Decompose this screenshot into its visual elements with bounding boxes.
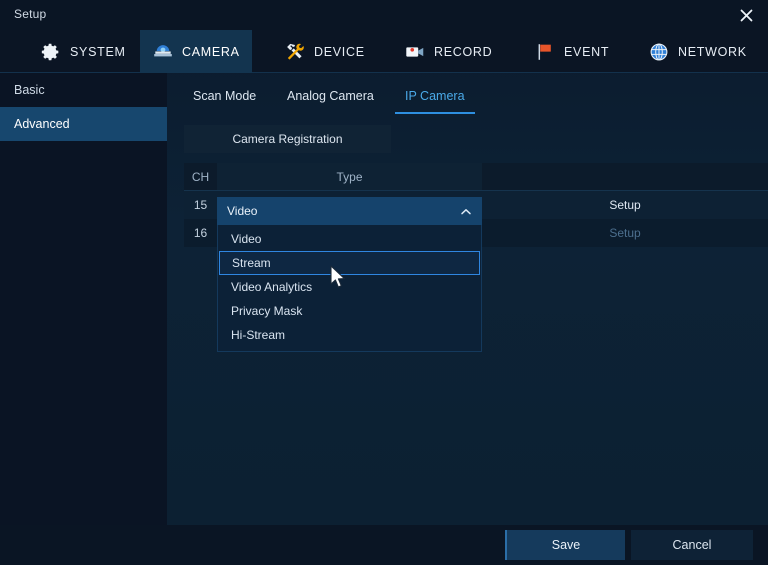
nav-label-system: SYSTEM — [70, 45, 126, 59]
column-header-type: Type — [217, 163, 482, 190]
globe-icon — [648, 41, 670, 63]
close-icon[interactable] — [734, 4, 758, 26]
sidebar: Basic Advanced — [0, 73, 167, 525]
tab-ip-camera[interactable]: IP Camera — [395, 78, 475, 114]
nav-item-system[interactable]: SYSTEM — [28, 30, 138, 73]
cell-setup: Setup — [482, 191, 768, 219]
save-label: Save — [552, 538, 581, 552]
tab-bar: Scan Mode Analog Camera IP Camera — [167, 78, 768, 114]
setup-link[interactable]: Setup — [609, 198, 640, 212]
type-dropdown-value: Video — [227, 204, 257, 218]
tab-scan-mode[interactable]: Scan Mode — [183, 78, 266, 114]
tab-label-scan-mode: Scan Mode — [193, 89, 256, 103]
tools-icon — [284, 41, 306, 63]
column-header-ch: CH — [184, 163, 217, 190]
nav-item-network[interactable]: NETWORK — [636, 30, 759, 73]
type-dropdown-trigger[interactable]: Video — [217, 197, 482, 225]
table-header-row: CH Type — [184, 163, 768, 191]
nav-label-event: EVENT — [564, 45, 609, 59]
sidebar-item-advanced[interactable]: Advanced — [0, 107, 167, 141]
camera-registration-label: Camera Registration — [232, 132, 342, 146]
nav-item-event[interactable]: EVENT — [522, 30, 621, 73]
nav-label-record: RECORD — [434, 45, 492, 59]
sidebar-label-advanced: Advanced — [14, 117, 70, 131]
dropdown-option-label: Stream — [232, 256, 271, 270]
column-header-setup — [482, 163, 768, 190]
dropdown-option-label: Video — [231, 232, 261, 246]
cancel-label: Cancel — [673, 538, 712, 552]
nav-label-device: DEVICE — [314, 45, 365, 59]
cell-setup: Setup — [482, 219, 768, 247]
flag-icon — [534, 41, 556, 63]
cell-channel: 16 — [184, 219, 217, 247]
sidebar-item-basic[interactable]: Basic — [0, 73, 167, 107]
nav-label-network: NETWORK — [678, 45, 747, 59]
type-dropdown-list: Video Stream Video Analytics Privacy Mas… — [217, 225, 482, 352]
sidebar-label-basic: Basic — [14, 83, 45, 97]
setup-window: Setup SYSTEM — [0, 0, 768, 565]
cell-channel: 15 — [184, 191, 217, 219]
tab-label-analog-camera: Analog Camera — [287, 89, 374, 103]
camera-registration-button[interactable]: Camera Registration — [184, 125, 391, 153]
nav-item-camera[interactable]: CAMERA — [140, 30, 252, 73]
close-glyph — [740, 9, 753, 22]
dropdown-option-label: Privacy Mask — [231, 304, 302, 318]
nav-item-record[interactable]: RECORD — [392, 30, 504, 73]
dropdown-option-privacy-mask[interactable]: Privacy Mask — [219, 299, 480, 323]
nav-label-camera: CAMERA — [182, 45, 240, 59]
setup-link[interactable]: Setup — [609, 226, 640, 240]
top-navigation: SYSTEM CAMERA DEVICE — [0, 30, 768, 73]
camcorder-icon — [404, 41, 426, 63]
cancel-button[interactable]: Cancel — [631, 530, 753, 560]
type-dropdown: Video Video Stream Video Analytics Priva… — [217, 197, 482, 352]
footer-bar: Save Cancel — [0, 525, 768, 565]
dropdown-option-label: Video Analytics — [231, 280, 312, 294]
dropdown-option-video-analytics[interactable]: Video Analytics — [219, 275, 480, 299]
chevron-up-icon[interactable] — [460, 205, 472, 217]
tab-analog-camera[interactable]: Analog Camera — [277, 78, 384, 114]
dropdown-option-stream[interactable]: Stream — [219, 251, 480, 275]
camera-icon — [152, 41, 174, 63]
dropdown-option-hi-stream[interactable]: Hi-Stream — [219, 323, 480, 347]
title-bar: Setup — [0, 0, 768, 30]
nav-item-device[interactable]: DEVICE — [272, 30, 377, 73]
dropdown-option-video[interactable]: Video — [219, 227, 480, 251]
save-button[interactable]: Save — [505, 530, 625, 560]
tab-label-ip-camera: IP Camera — [405, 89, 465, 103]
window-title: Setup — [14, 7, 46, 21]
dropdown-option-label: Hi-Stream — [231, 328, 285, 342]
gear-icon — [40, 41, 62, 63]
